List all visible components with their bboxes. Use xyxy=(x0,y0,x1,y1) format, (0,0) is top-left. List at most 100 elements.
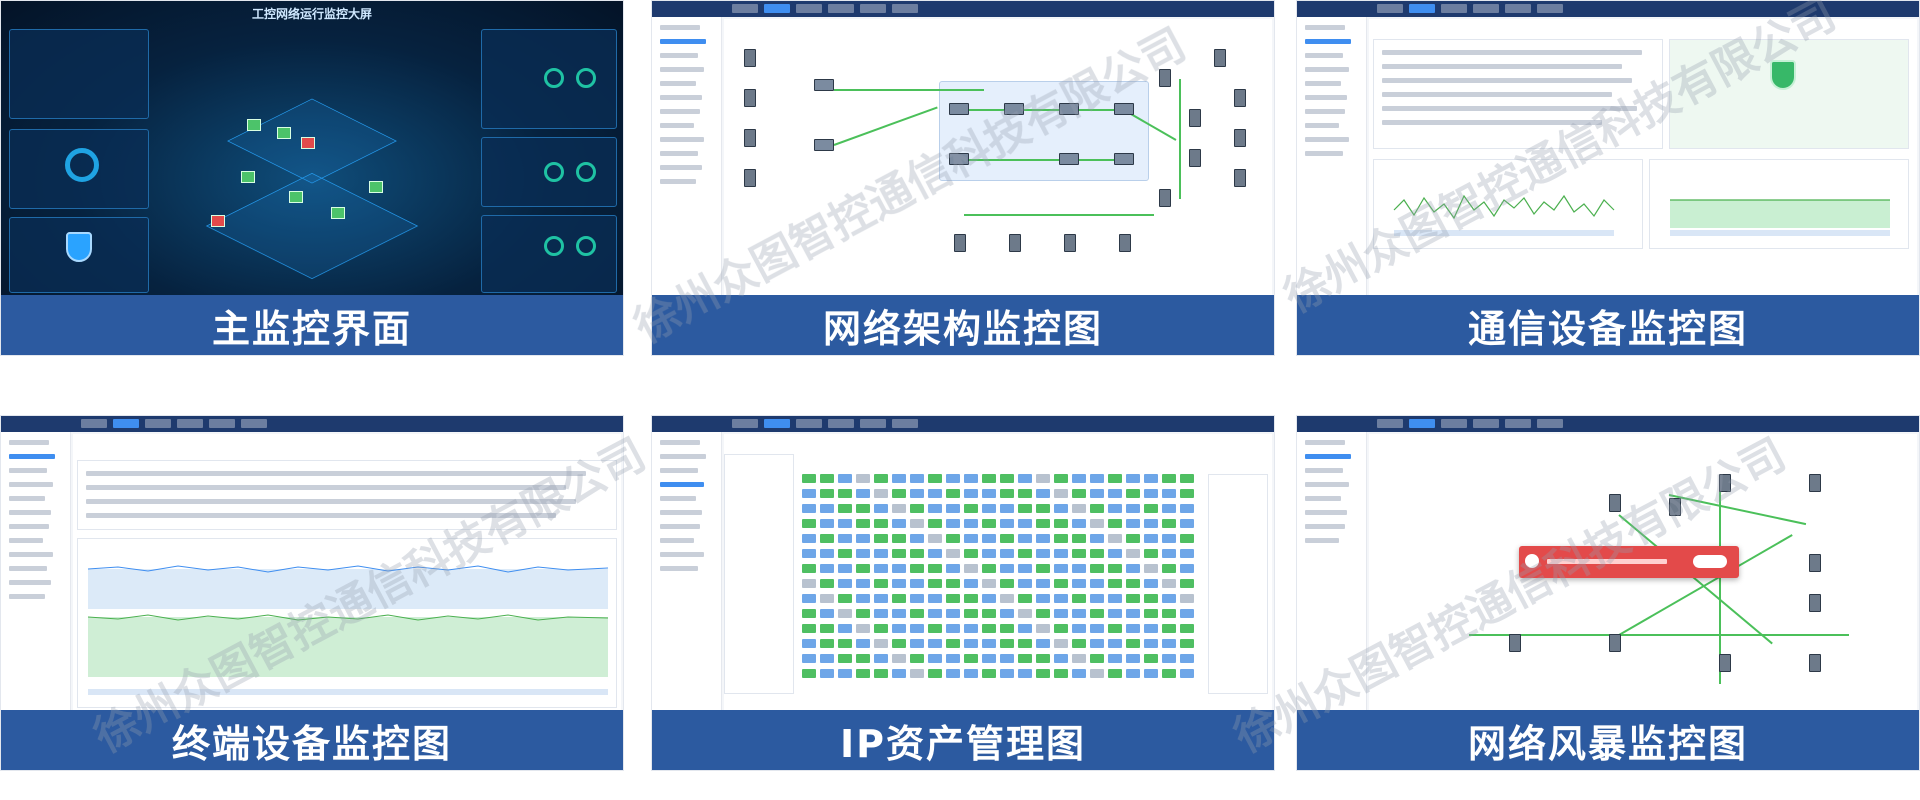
ip-cell[interactable] xyxy=(874,519,888,528)
ip-cell[interactable] xyxy=(892,639,906,648)
ip-cell[interactable] xyxy=(1162,594,1176,603)
ip-cell[interactable] xyxy=(802,639,816,648)
ip-cell[interactable] xyxy=(802,609,816,618)
ip-cell[interactable] xyxy=(1018,654,1032,663)
ip-cell[interactable] xyxy=(838,609,852,618)
ip-cell[interactable] xyxy=(820,564,834,573)
ip-cell[interactable] xyxy=(1000,624,1014,633)
ip-cell[interactable] xyxy=(1018,504,1032,513)
ip-cell[interactable] xyxy=(982,549,996,558)
ip-cell[interactable] xyxy=(964,654,978,663)
ip-cell[interactable] xyxy=(820,504,834,513)
ip-cell[interactable] xyxy=(856,534,870,543)
ip-cell[interactable] xyxy=(892,654,906,663)
ip-cell[interactable] xyxy=(946,624,960,633)
ip-cell[interactable] xyxy=(1144,474,1158,483)
ip-cell[interactable] xyxy=(1108,594,1122,603)
ip-cell[interactable] xyxy=(1180,489,1194,498)
ip-cell[interactable] xyxy=(1180,474,1194,483)
ip-cell[interactable] xyxy=(1000,579,1014,588)
ip-cell[interactable] xyxy=(964,504,978,513)
tile-network-storm[interactable]: 网络风暴监控图 xyxy=(1296,415,1920,771)
ip-cell[interactable] xyxy=(928,579,942,588)
ip-cell[interactable] xyxy=(838,639,852,648)
ip-cell[interactable] xyxy=(1054,474,1068,483)
ip-cell[interactable] xyxy=(856,519,870,528)
ip-cell[interactable] xyxy=(1180,519,1194,528)
ip-cell[interactable] xyxy=(802,519,816,528)
ip-cell[interactable] xyxy=(946,579,960,588)
ip-cell[interactable] xyxy=(802,669,816,678)
ip-cell[interactable] xyxy=(946,474,960,483)
ip-cell[interactable] xyxy=(1072,489,1086,498)
ip-cell[interactable] xyxy=(802,654,816,663)
ip-cell[interactable] xyxy=(1072,579,1086,588)
ip-cell[interactable] xyxy=(874,609,888,618)
ip-cell[interactable] xyxy=(802,534,816,543)
ip-cell[interactable] xyxy=(982,504,996,513)
ip-cell[interactable] xyxy=(1090,474,1104,483)
ip-cell[interactable] xyxy=(1036,534,1050,543)
ip-cell[interactable] xyxy=(1090,489,1104,498)
ip-cell[interactable] xyxy=(1126,669,1140,678)
ip-cell[interactable] xyxy=(964,534,978,543)
ip-cell[interactable] xyxy=(982,639,996,648)
ip-cell[interactable] xyxy=(1180,564,1194,573)
ip-cell[interactable] xyxy=(910,624,924,633)
ip-cell[interactable] xyxy=(1000,549,1014,558)
ip-cell[interactable] xyxy=(928,654,942,663)
ip-cell[interactable] xyxy=(928,669,942,678)
ip-cell[interactable] xyxy=(1126,564,1140,573)
ip-cell[interactable] xyxy=(910,534,924,543)
ip-cell[interactable] xyxy=(1018,474,1032,483)
ip-cell[interactable] xyxy=(892,534,906,543)
ip-cell[interactable] xyxy=(1144,549,1158,558)
topology-canvas[interactable] xyxy=(724,19,1272,295)
ip-cell[interactable] xyxy=(1054,669,1068,678)
ip-cell[interactable] xyxy=(1036,489,1050,498)
ip-cell[interactable] xyxy=(1072,519,1086,528)
ip-cell[interactable] xyxy=(1072,564,1086,573)
ip-cell[interactable] xyxy=(1162,639,1176,648)
ip-cell[interactable] xyxy=(838,669,852,678)
ip-cell[interactable] xyxy=(856,594,870,603)
ip-cell[interactable] xyxy=(802,579,816,588)
ip-cell[interactable] xyxy=(964,669,978,678)
ip-cell[interactable] xyxy=(1090,669,1104,678)
ip-cell[interactable] xyxy=(1162,609,1176,618)
ip-cell[interactable] xyxy=(1072,639,1086,648)
ip-cell[interactable] xyxy=(1180,549,1194,558)
ip-cell[interactable] xyxy=(1072,594,1086,603)
ip-cell[interactable] xyxy=(1162,669,1176,678)
ip-cell[interactable] xyxy=(964,564,978,573)
ip-cell[interactable] xyxy=(1162,654,1176,663)
ip-cell[interactable] xyxy=(1018,594,1032,603)
ip-cell[interactable] xyxy=(964,609,978,618)
ip-cell[interactable] xyxy=(1144,534,1158,543)
ip-cell[interactable] xyxy=(1108,519,1122,528)
ip-cell[interactable] xyxy=(1162,534,1176,543)
ip-cell[interactable] xyxy=(1090,579,1104,588)
ip-cell[interactable] xyxy=(874,564,888,573)
ip-cell[interactable] xyxy=(1018,489,1032,498)
ip-cell[interactable] xyxy=(1180,624,1194,633)
ip-cell[interactable] xyxy=(1162,504,1176,513)
ip-cell[interactable] xyxy=(820,624,834,633)
ip-cell[interactable] xyxy=(874,489,888,498)
ip-cell[interactable] xyxy=(1090,504,1104,513)
ip-cell[interactable] xyxy=(982,624,996,633)
ip-cell[interactable] xyxy=(910,519,924,528)
ip-cell[interactable] xyxy=(1180,669,1194,678)
ip-cell[interactable] xyxy=(946,504,960,513)
ip-cell[interactable] xyxy=(1018,519,1032,528)
ip-cell[interactable] xyxy=(820,579,834,588)
ip-cell[interactable] xyxy=(1144,519,1158,528)
ip-cell[interactable] xyxy=(1126,519,1140,528)
ip-cell[interactable] xyxy=(892,579,906,588)
ip-cell[interactable] xyxy=(964,474,978,483)
ip-cell[interactable] xyxy=(1162,624,1176,633)
ip-cell[interactable] xyxy=(946,564,960,573)
ip-cell[interactable] xyxy=(1090,534,1104,543)
ip-cell[interactable] xyxy=(1090,609,1104,618)
ip-cell[interactable] xyxy=(1018,639,1032,648)
